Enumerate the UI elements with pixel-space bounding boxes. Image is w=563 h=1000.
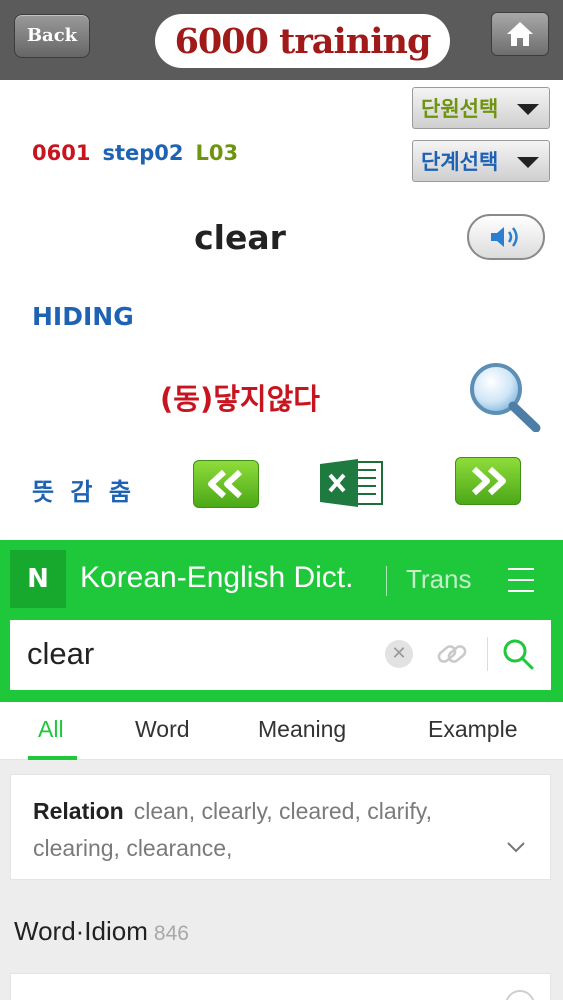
app-title: 6000 training — [174, 20, 432, 62]
previous-word-button[interactable] — [193, 460, 259, 508]
word-idiom-heading: Word·Idiom 846 — [14, 916, 189, 947]
lesson-level: L03 — [195, 141, 239, 165]
dictionary-tabs: All Word Meaning Example — [0, 702, 563, 760]
link-icon[interactable] — [434, 637, 470, 671]
list-item[interactable] — [10, 973, 551, 1000]
back-button[interactable]: Back — [14, 14, 90, 58]
divider — [386, 566, 387, 596]
app-title-badge: 6000 training — [155, 14, 450, 68]
hide-meaning-label: 뜻 감 춤 — [32, 478, 135, 506]
search-icon[interactable] — [500, 636, 536, 672]
clear-icon[interactable]: ✕ — [385, 640, 413, 668]
step-select-label: 단계선택 — [421, 150, 499, 174]
relation-card[interactable]: Relation clean, clearly, cleared, clarify… — [10, 774, 551, 880]
tab-example[interactable]: Example — [428, 716, 517, 743]
word-idiom-label: Word·Idiom — [14, 916, 148, 946]
divider — [487, 637, 488, 671]
unit-select-button[interactable]: 단원선택 — [412, 87, 550, 129]
hamburger-menu-icon[interactable] — [508, 568, 534, 594]
lesson-info: 0601 step02 L03 — [32, 141, 238, 165]
relation-label: Relation — [33, 798, 124, 824]
chevron-down-icon — [517, 157, 539, 168]
speaker-icon — [491, 227, 518, 247]
lesson-code: 0601 — [32, 141, 91, 165]
excel-export-button[interactable] — [318, 458, 388, 508]
tab-word[interactable]: Word — [135, 716, 190, 743]
double-right-arrow-icon — [471, 466, 506, 496]
dictionary-search-bar: ✕ — [10, 620, 551, 690]
pronounce-button[interactable] — [467, 214, 545, 260]
naver-logo[interactable]: N — [10, 550, 66, 608]
unit-select-label: 단원선택 — [421, 97, 499, 121]
next-word-button[interactable] — [455, 457, 521, 505]
home-icon — [507, 22, 533, 46]
home-button[interactable] — [491, 12, 549, 56]
word-meaning: (동)닿지않다 — [160, 382, 320, 416]
chevron-down-icon[interactable] — [504, 835, 528, 859]
word-idiom-count: 846 — [153, 922, 189, 945]
vocab-word: clear — [194, 218, 286, 257]
dictionary-search-button[interactable] — [466, 360, 544, 433]
chevron-down-icon — [517, 104, 539, 115]
hiding-status: HIDING — [32, 302, 134, 331]
dictionary-search-input[interactable] — [27, 634, 367, 674]
app-screen: Back 6000 training 단원선택 단계선택 0601 step02… — [0, 0, 563, 1000]
relation-text: Relation clean, clearly, cleared, clarify… — [33, 793, 503, 867]
tab-all[interactable]: All — [38, 716, 64, 743]
translate-link[interactable]: Trans — [406, 564, 472, 595]
top-bar: Back 6000 training — [0, 0, 563, 80]
dictionary-title[interactable]: Korean-English Dict. — [80, 561, 353, 595]
double-left-arrow-icon — [208, 469, 243, 499]
step-select-button[interactable]: 단계선택 — [412, 140, 550, 182]
magnifier-icon — [470, 363, 541, 433]
circle-icon[interactable] — [505, 990, 535, 1000]
tab-meaning[interactable]: Meaning — [258, 716, 346, 743]
lesson-step: step02 — [102, 141, 184, 165]
excel-icon — [320, 459, 383, 507]
